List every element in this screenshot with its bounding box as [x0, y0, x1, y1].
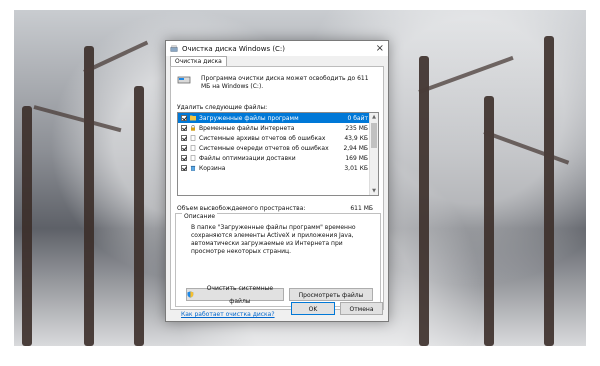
tree-trunk — [84, 46, 94, 346]
file-name: Загруженные файлы программ — [199, 114, 299, 122]
scroll-thumb[interactable] — [371, 123, 377, 148]
list-item[interactable]: Корзина 3,01 КБ — [178, 163, 378, 173]
checkbox[interactable] — [181, 145, 187, 151]
list-scrollbar[interactable]: ▲ ▼ — [369, 113, 378, 195]
ok-button[interactable]: OK — [291, 302, 335, 315]
file-name: Корзина — [199, 164, 226, 172]
close-icon[interactable]: × — [376, 43, 384, 54]
disk-cleanup-dialog: Очистка диска Windows (C:) × Очистка дис… — [165, 40, 389, 322]
shield-icon — [187, 291, 194, 298]
title-bar: Очистка диска Windows (C:) × — [166, 41, 388, 56]
description-group: Описание В папке "Загруженные файлы прог… — [175, 213, 381, 307]
file-size: 2,94 МБ — [343, 144, 368, 152]
lock-icon — [191, 125, 195, 131]
list-item[interactable]: Временные файлы Интернета 235 МБ — [178, 123, 378, 133]
file-name: Временные файлы Интернета — [199, 124, 295, 132]
list-item[interactable]: Файлы оптимизации доставки 169 МБ — [178, 153, 378, 163]
checkbox[interactable] — [181, 115, 187, 121]
tab-bar: Очистка диска — [166, 56, 388, 67]
file-size: 0 байт — [347, 114, 369, 122]
drive-icon — [177, 76, 191, 84]
total-label: Объем высвобождаемого пространства: — [177, 205, 306, 212]
view-files-button[interactable]: Просмотреть файлы — [289, 288, 373, 301]
recycle-bin-icon — [190, 165, 196, 171]
file-icon — [190, 135, 196, 141]
file-name: Файлы оптимизации доставки — [199, 154, 296, 162]
list-item[interactable]: Загруженные файлы программ 0 байт — [178, 113, 378, 123]
folder-icon — [190, 115, 196, 121]
tree-branch — [418, 55, 514, 94]
clean-system-files-button[interactable]: Очистить системные файлы — [186, 285, 284, 305]
tree-trunk — [544, 36, 554, 346]
tree-branch — [33, 105, 122, 133]
description-legend: Описание — [182, 213, 218, 220]
file-icon — [190, 155, 196, 161]
list-item[interactable]: Системные очереди отчетов об ошибках 2,9… — [178, 143, 378, 153]
disk-cleanup-icon — [170, 45, 178, 52]
checkbox[interactable] — [181, 165, 187, 171]
window-title: Очистка диска Windows (C:) — [182, 44, 286, 53]
info-text: Программа очистки диска может освободить… — [201, 75, 369, 90]
cancel-button[interactable]: Отмена — [340, 302, 383, 315]
scroll-down-icon[interactable]: ▼ — [371, 187, 377, 195]
description-text: В папке "Загруженные файлы программ" вре… — [191, 224, 356, 255]
checkbox[interactable] — [181, 135, 187, 141]
tree-branch — [483, 130, 570, 165]
checkbox[interactable] — [181, 125, 187, 131]
tree-trunk — [22, 106, 32, 346]
scroll-up-icon[interactable]: ▲ — [371, 113, 377, 121]
file-size: 235 МБ — [345, 124, 368, 132]
file-name: Системные очереди отчетов об ошибках — [199, 144, 329, 152]
file-size: 3,01 КБ — [344, 164, 368, 172]
file-icon — [190, 145, 196, 151]
list-label: Удалить следующие файлы: — [177, 104, 268, 111]
tab-panel: Программа очистки диска может освободить… — [170, 66, 384, 318]
file-size: 169 МБ — [345, 154, 368, 162]
tree-trunk — [419, 56, 429, 346]
how-it-works-link[interactable]: Как работает очистка диска? — [181, 311, 275, 318]
file-size: 43,9 КБ — [344, 134, 368, 142]
clean-system-files-label: Очистить системные файлы — [206, 284, 274, 305]
checkbox[interactable] — [181, 155, 187, 161]
tree-trunk — [134, 86, 144, 346]
file-name: Системные архивы отчетов об ошибках — [199, 134, 326, 142]
file-list[interactable]: Загруженные файлы программ 0 байт Времен… — [177, 112, 379, 196]
total-value: 611 МБ — [350, 205, 373, 212]
list-item[interactable]: Системные архивы отчетов об ошибках 43,9… — [178, 133, 378, 143]
